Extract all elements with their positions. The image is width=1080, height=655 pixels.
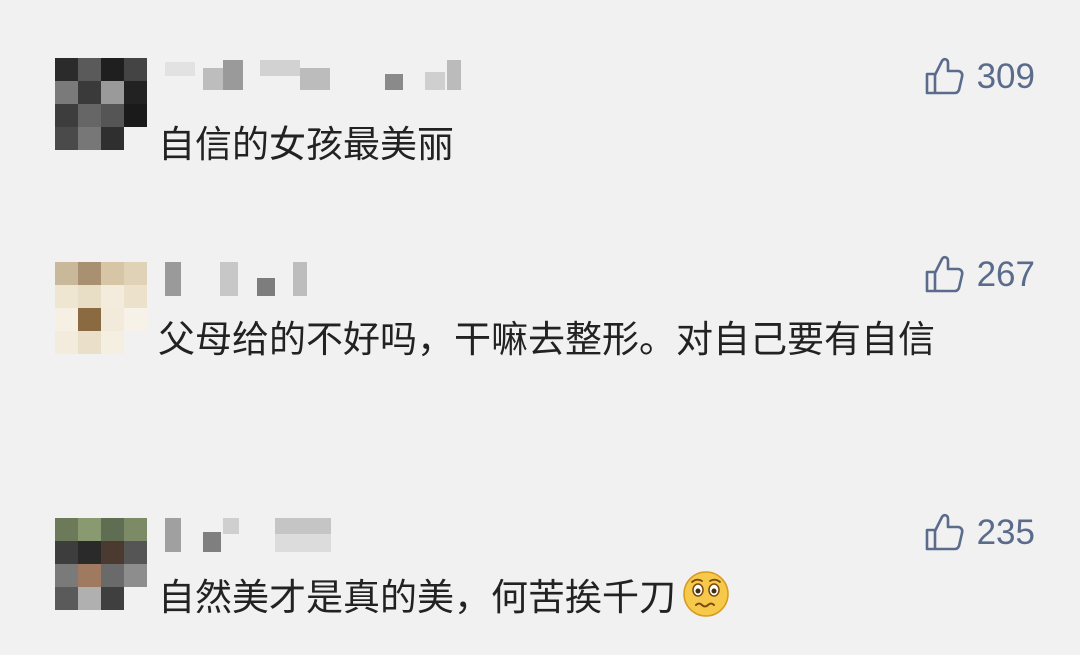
woozy-face-emoji xyxy=(683,571,729,617)
like-count: 235 xyxy=(976,513,1035,552)
like-button[interactable]: 235 xyxy=(923,512,1035,554)
comment-item: 235 自然美才是真的美，何苦挨千刀 xyxy=(0,0,1080,655)
thumbs-up-icon xyxy=(925,513,964,551)
avatar[interactable] xyxy=(55,518,147,610)
comment-text: 自然美才是真的美，何苦挨千刀 xyxy=(158,566,1018,630)
username-blurred[interactable] xyxy=(165,518,335,552)
comment-text-content: 自然美才是真的美，何苦挨千刀 xyxy=(158,576,676,619)
